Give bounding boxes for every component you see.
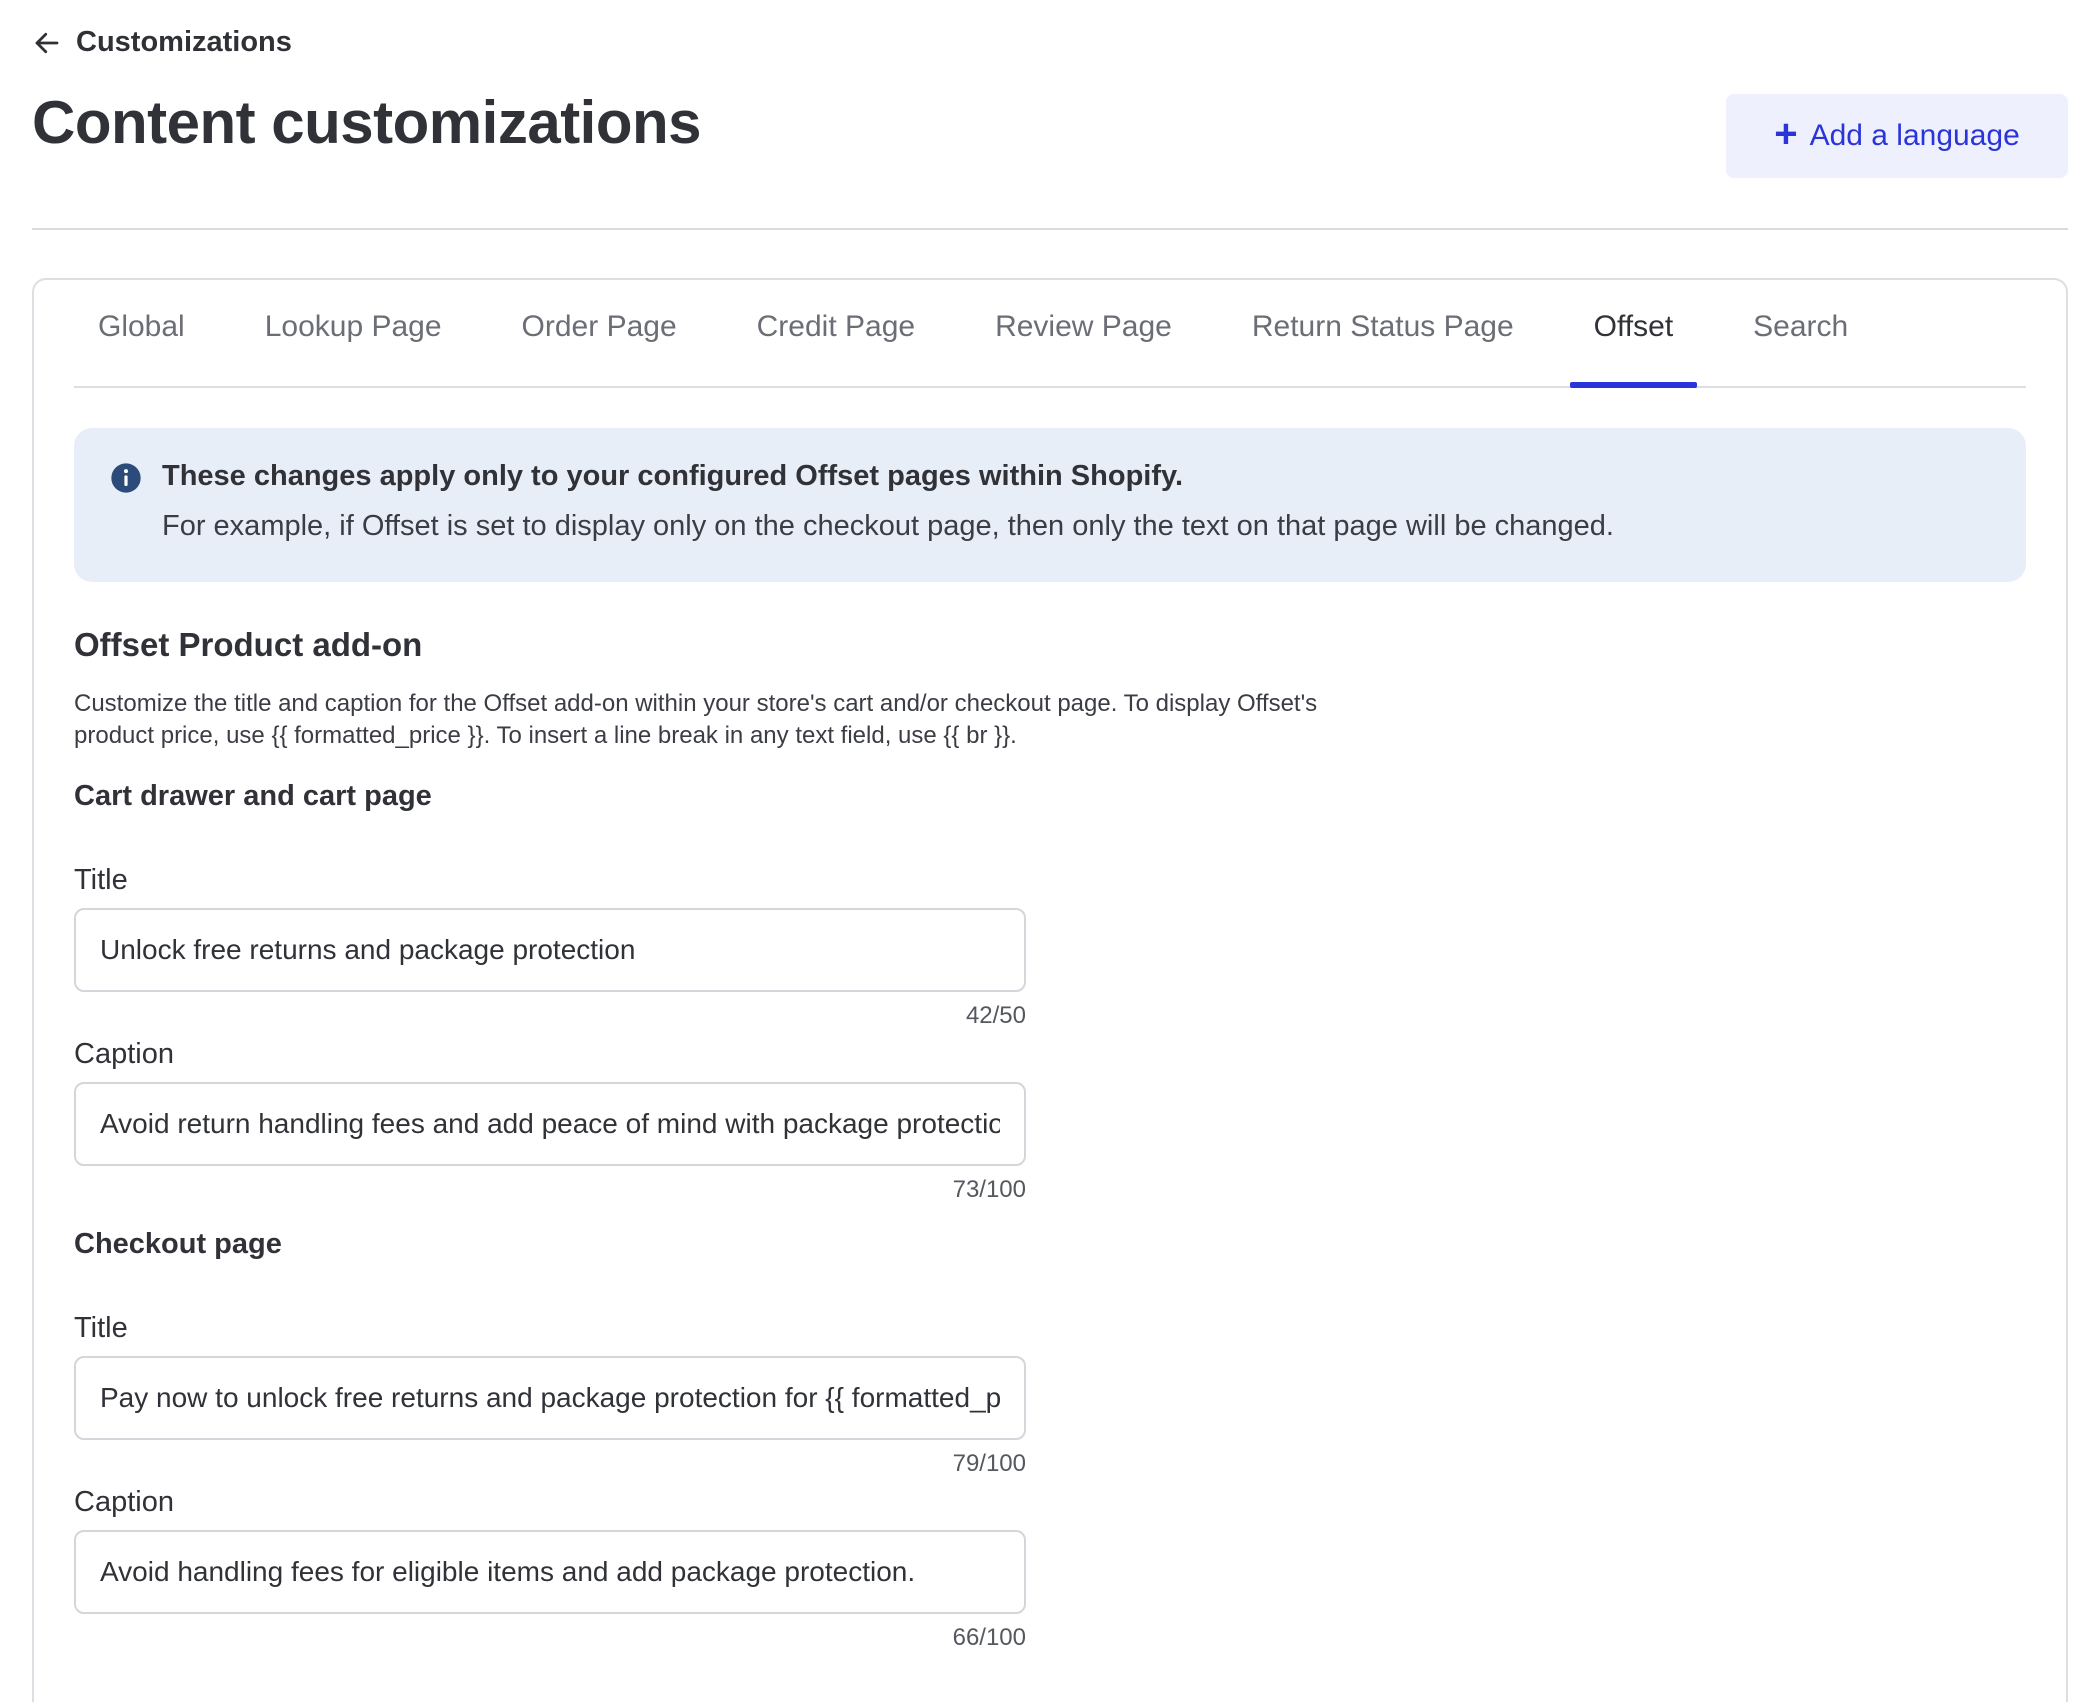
info-banner: These changes apply only to your configu… [74,428,2026,582]
info-circle-icon [111,463,141,493]
checkout-section-heading: Checkout page [74,1228,282,1260]
checkout-caption-field-wrap [74,1530,1514,1614]
cart-caption-label: Caption [74,1038,174,1070]
content-customizations-page: Customizations Content customizations + … [0,0,2084,1702]
page-title: Content customizations [32,89,702,156]
tab-lookup-page[interactable]: Lookup Page [241,278,466,386]
section-title: Offset Product add-on [74,626,423,663]
checkout-title-label: Title [74,1312,128,1344]
section-offset-addon: Offset Product add-on [74,626,1514,664]
cart-title-char-count: 42/50 [965,1002,1026,1029]
tab-order-page[interactable]: Order Page [498,278,701,386]
tab-offset[interactable]: Offset [1569,278,1698,388]
customization-card: Global Lookup Page Order Page Credit Pag… [32,278,2068,1702]
cart-caption-input[interactable] [74,1082,1026,1166]
section-description: Customize the title and caption for the … [74,688,1514,752]
checkout-caption-input[interactable] [74,1530,1026,1614]
banner-body: For example, if Offset is set to display… [162,510,1614,542]
checkout-caption-label: Caption [74,1486,174,1518]
checkout-title-field-wrap [74,1356,1514,1440]
plus-icon: + [1774,112,1798,156]
cart-caption-label-wrap: Caption [74,1038,1514,1071]
cart-title-label: Title [74,864,128,896]
checkout-heading-wrap: Checkout page [74,1228,1514,1261]
cart-section-heading: Cart drawer and cart page [74,780,432,812]
cart-title-input[interactable] [74,908,1026,992]
tab-return-status-page[interactable]: Return Status Page [1228,278,1538,386]
back-link-label: Customizations [76,26,292,58]
banner-title: These changes apply only to your configu… [162,460,1184,492]
checkout-caption-char-count: 66/100 [952,1624,1026,1651]
checkout-title-input[interactable] [74,1356,1026,1440]
tab-global[interactable]: Global [74,278,209,386]
add-language-label: Add a language [1809,119,2020,152]
section-desc-line-2: product price, use {{ formatted_price }}… [74,722,1017,749]
checkout-title-char-count: 79/100 [952,1450,1026,1477]
tab-bar: Global Lookup Page Order Page Credit Pag… [74,280,2026,388]
back-to-customizations-link[interactable]: Customizations [32,26,292,59]
header-divider [32,228,2068,230]
cart-caption-field-wrap [74,1082,1514,1166]
checkout-caption-counter-wrap: 66/100 [74,1624,1514,1652]
cart-heading-wrap: Cart drawer and cart page [74,780,1514,813]
tab-credit-page[interactable]: Credit Page [733,278,939,386]
cart-caption-counter-wrap: 73/100 [74,1176,1514,1204]
tab-search[interactable]: Search [1729,278,1872,386]
cart-title-field-wrap [74,908,1514,992]
arrow-left-icon [35,32,59,53]
checkout-caption-label-wrap: Caption [74,1486,1514,1519]
add-language-button[interactable]: + Add a language [1726,94,2068,178]
cart-title-counter-wrap: 42/50 [74,1002,1514,1030]
cart-title-label-wrap: Title [74,864,1514,897]
checkout-title-label-wrap: Title [74,1312,1514,1345]
section-desc-line-1: Customize the title and caption for the … [74,690,1318,717]
tab-review-page[interactable]: Review Page [971,278,1196,386]
cart-caption-char-count: 73/100 [952,1176,1026,1203]
checkout-title-counter-wrap: 79/100 [74,1450,1514,1478]
